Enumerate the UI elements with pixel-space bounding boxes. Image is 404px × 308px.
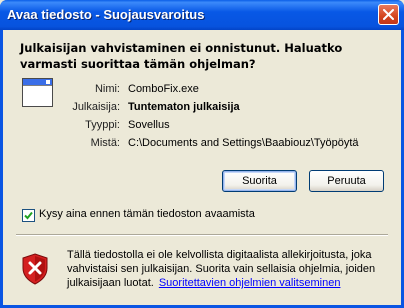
always-ask-checkbox[interactable] <box>22 209 35 222</box>
publisher-value: Tuntematon julkaisija <box>128 101 240 113</box>
window-title: Avaa tiedosto - Suojausvaroitus <box>7 7 205 22</box>
name-value: ComboFix.exe <box>128 83 199 95</box>
cancel-button[interactable]: Peruuta <box>309 170 384 192</box>
dialog-heading: Julkaisijan vahvistaminen ei onnistunut.… <box>20 41 343 71</box>
application-window-icon <box>22 78 53 107</box>
always-ask-label[interactable]: Kysy aina ennen tämän tiedoston avaamist… <box>39 208 255 220</box>
location-label: Mistä: <box>90 137 120 149</box>
security-warning-dialog: Avaa tiedosto - Suojausvaroitus Julkaisi… <box>0 0 404 308</box>
run-button[interactable]: Suorita <box>222 170 297 192</box>
type-label: Tyyppi: <box>85 119 120 131</box>
publisher-label: Julkaisija: <box>72 101 120 113</box>
separator <box>16 234 388 236</box>
title-bar[interactable]: Avaa tiedosto - Suojausvaroitus <box>0 0 404 30</box>
type-value: Sovellus <box>128 119 170 131</box>
name-label: Nimi: <box>94 83 120 95</box>
close-button[interactable] <box>378 4 399 25</box>
choose-programs-link[interactable]: Suoritettavien ohjelmien valitseminen <box>159 277 341 289</box>
warning-message: Tällä tiedostolla ei ole kelvollista dig… <box>67 248 392 290</box>
security-shield-icon <box>21 253 49 285</box>
location-value: C:\Documents and Settings\Baabiouz\Työpö… <box>128 137 359 149</box>
